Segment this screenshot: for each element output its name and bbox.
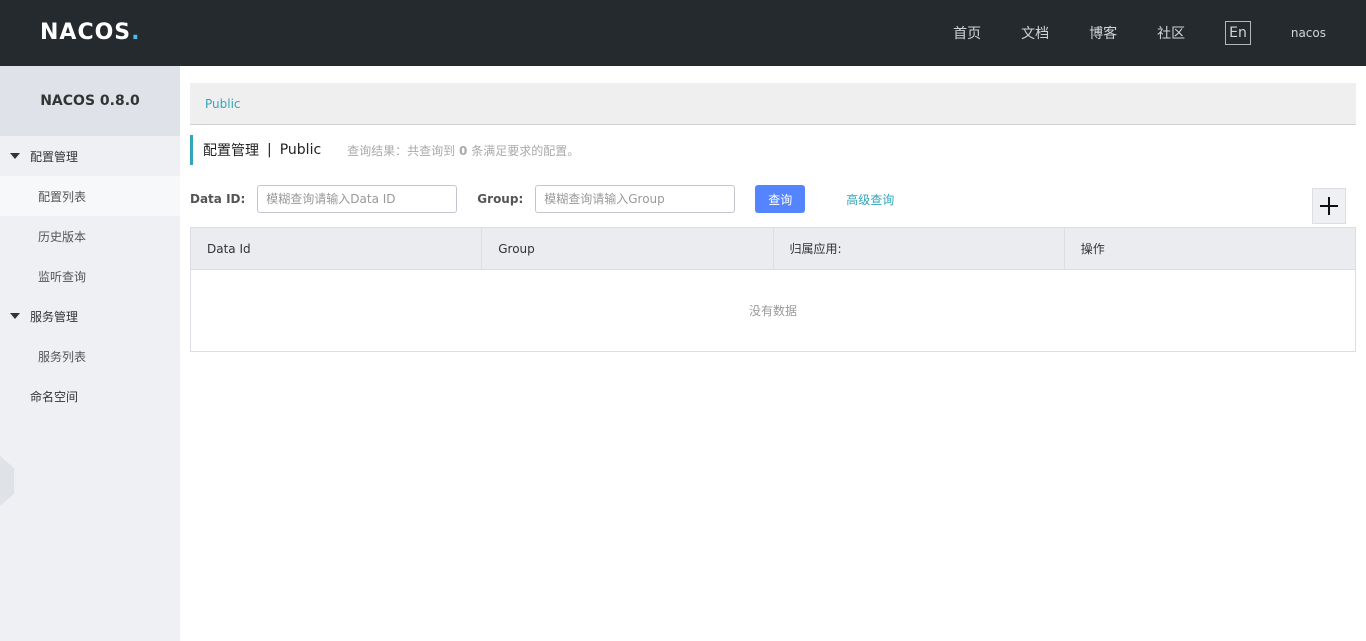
namespace-link-public[interactable]: Public <box>205 97 241 111</box>
nav-community[interactable]: 社区 <box>1157 23 1185 43</box>
main-content: Public 配置管理 | Public 查询结果：共查询到 0 条满足要求的配… <box>180 66 1366 641</box>
sidebar-item-namespace[interactable]: 命名空间 <box>0 376 180 416</box>
dataid-label: Data ID: <box>190 192 246 206</box>
column-header-dataid: Data Id <box>191 228 483 269</box>
advanced-query-link[interactable]: 高级查询 <box>846 191 894 208</box>
column-header-group: Group <box>482 228 774 269</box>
add-config-button[interactable] <box>1312 188 1346 224</box>
sidebar: NACOS 0.8.0 配置管理 配置列表 历史版本 监听查询 服务管理 服务列… <box>0 66 180 641</box>
page-title: 配置管理 <box>203 143 259 159</box>
sidebar-group-label: 配置管理 <box>30 149 79 164</box>
logo-text: NACOS <box>40 19 132 45</box>
column-header-actions: 操作 <box>1080 242 1105 256</box>
sidebar-item-history[interactable]: 历史版本 <box>0 216 180 256</box>
caret-down-icon <box>10 153 20 159</box>
column-header-app: 归属应用: <box>774 228 1065 269</box>
group-label: Group: <box>477 192 524 206</box>
nav-blog[interactable]: 博客 <box>1089 23 1117 43</box>
caret-down-icon <box>10 313 20 319</box>
dataid-search-input[interactable] <box>257 185 458 213</box>
sidebar-item-listener-query[interactable]: 监听查询 <box>0 256 180 296</box>
table-empty-message: 没有数据 <box>748 304 797 318</box>
sidebar-group-label: 服务管理 <box>30 309 79 324</box>
version-title: NACOS 0.8.0 <box>0 66 180 136</box>
logo-dot: . <box>131 19 140 45</box>
sidebar-item-service-list[interactable]: 服务列表 <box>0 336 180 376</box>
user-name[interactable]: nacos <box>1291 26 1326 40</box>
title-separator: | <box>267 142 272 158</box>
sidebar-item-config-list[interactable]: 配置列表 <box>0 176 180 216</box>
sidebar-group-service[interactable]: 服务管理 <box>0 296 180 336</box>
nacos-logo[interactable]: NACOS. <box>40 19 140 45</box>
config-table: Data Id Group 归属应用: 操作 没有数据 <box>190 227 1356 352</box>
result-count: 0 <box>459 143 468 158</box>
query-result-summary: 查询结果：共查询到 0 条满足要求的配置。 <box>347 142 579 159</box>
sidebar-group-config[interactable]: 配置管理 <box>0 136 180 176</box>
top-nav: 首页 文档 博客 社区 En nacos <box>953 0 1366 66</box>
language-toggle-button[interactable]: En <box>1225 21 1251 45</box>
result-suffix: 条满足要求的配置。 <box>471 143 580 158</box>
current-namespace: Public <box>279 142 322 158</box>
group-search-input[interactable] <box>535 185 736 213</box>
table-header: Data Id Group 归属应用: 操作 <box>191 228 1355 270</box>
query-button[interactable]: 查询 <box>755 185 806 213</box>
top-header: NACOS. 首页 文档 博客 社区 En nacos <box>0 0 1366 66</box>
filter-bar: Data ID: Group: 查询 高级查询 <box>190 185 894 213</box>
nav-docs[interactable]: 文档 <box>1021 23 1049 43</box>
nav-home[interactable]: 首页 <box>953 23 981 43</box>
namespace-bar: Public <box>190 83 1356 125</box>
page-header: 配置管理 | Public 查询结果：共查询到 0 条满足要求的配置。 <box>190 135 579 165</box>
result-prefix: 查询结果：共查询到 <box>347 143 456 158</box>
sidebar-collapse-handle-icon[interactable] <box>0 456 14 506</box>
plus-icon <box>1320 197 1338 215</box>
